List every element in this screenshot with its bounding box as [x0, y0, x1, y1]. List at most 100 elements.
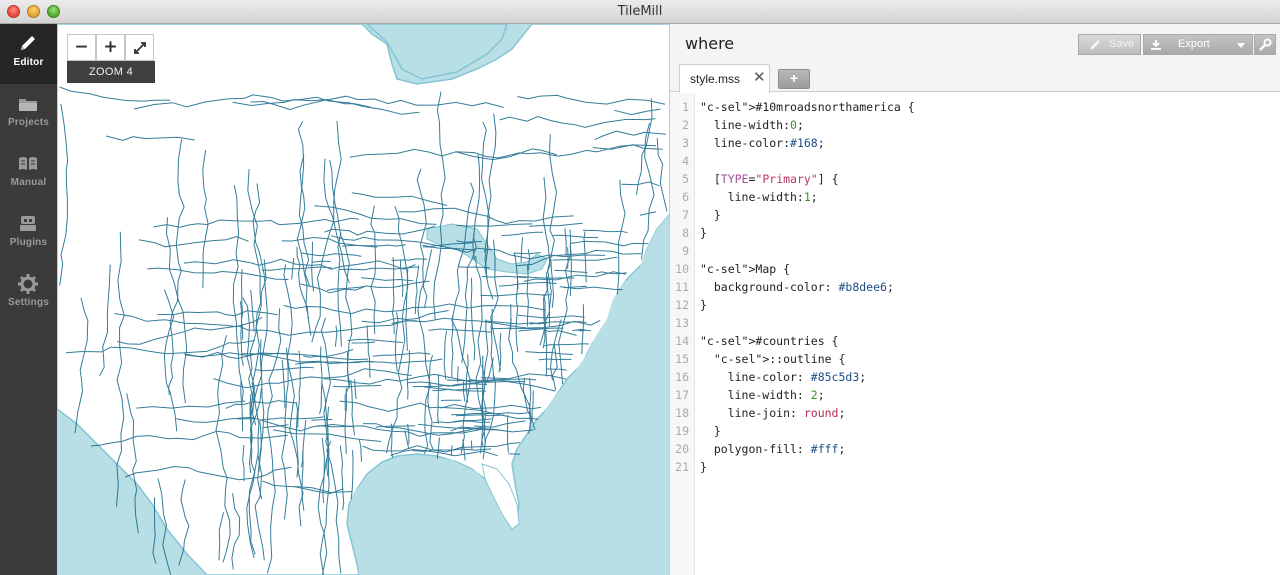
editor-panel: where Save Export style.mss ✕ + 1 "c-sel…: [670, 24, 1280, 575]
zoom-controls: − + ZOOM 4: [67, 34, 155, 84]
code-line[interactable]: 9: [670, 242, 1280, 260]
sidebar-item-manual[interactable]: Manual: [0, 144, 57, 204]
line-number: 1: [682, 100, 689, 114]
code-line[interactable]: 5 [TYPE="Primary"] {: [670, 170, 1280, 188]
tab-label: style.mss: [690, 72, 741, 86]
code-line[interactable]: 8}: [670, 224, 1280, 242]
code-line[interactable]: 13: [670, 314, 1280, 332]
chevron-down-icon[interactable]: [1236, 42, 1246, 50]
code-text: line-join: round;: [700, 406, 846, 420]
gear-icon: [18, 274, 38, 294]
code-text: "c-sel">Map {: [700, 262, 791, 276]
code-text: background-color: #b8dee6;: [700, 280, 894, 294]
map-canvas[interactable]: [57, 24, 670, 575]
sidebar-item-settings[interactable]: Settings: [0, 264, 57, 324]
line-number: 13: [675, 316, 689, 330]
zoom-level-label: ZOOM 4: [67, 61, 155, 83]
code-text: }: [700, 208, 721, 222]
download-icon: [1151, 40, 1161, 50]
code-text: line-width: 2;: [700, 388, 825, 402]
editor-header: where Save Export style.mss ✕ +: [670, 24, 1280, 93]
line-number: 20: [675, 442, 689, 456]
code-text: }: [700, 298, 707, 312]
code-text: "c-sel">::outline {: [713, 352, 846, 366]
expand-icon: [133, 42, 146, 54]
export-button[interactable]: Export: [1143, 34, 1253, 55]
code-line[interactable]: 18 line-join: round;: [670, 404, 1280, 422]
line-number: 17: [675, 388, 689, 402]
line-number: 11: [675, 280, 689, 294]
tab-style-mss[interactable]: style.mss ✕: [679, 64, 770, 93]
code-line[interactable]: 20 polygon-fill: #fff;: [670, 440, 1280, 458]
line-number: 4: [682, 154, 689, 168]
code-text: polygon-fill: #fff;: [700, 442, 846, 456]
sidebar-item-label: Manual: [10, 177, 47, 188]
line-number: 3: [682, 136, 689, 150]
line-number: 12: [675, 298, 689, 312]
fullscreen-button[interactable]: [125, 34, 154, 61]
code-text: }: [700, 424, 721, 438]
pencil-icon: [21, 36, 35, 50]
code-text: }: [700, 226, 707, 240]
code-text: "c-sel">#10mroadsnorthamerica {: [700, 100, 915, 114]
line-number: 14: [675, 334, 689, 348]
code-line[interactable]: 2 line-width:0;: [670, 116, 1280, 134]
line-number: 8: [682, 226, 689, 240]
sidebar-item-projects[interactable]: Projects: [0, 84, 57, 144]
line-number: 15: [675, 352, 689, 366]
code-editor[interactable]: 1 "c-sel">#10mroadsnorthamerica { 2 line-w…: [670, 93, 1280, 575]
wrench-icon: [1259, 38, 1272, 51]
code-line[interactable]: 15 "c-sel">::outline {: [670, 350, 1280, 368]
sidebar-item-label: Editor: [13, 57, 44, 68]
code-text: "c-sel">#countries {: [700, 334, 839, 348]
zoom-in-button[interactable]: +: [96, 34, 125, 61]
sidebar-item-editor[interactable]: Editor: [0, 24, 57, 84]
code-line[interactable]: 11 background-color: #b8dee6;: [670, 278, 1280, 296]
folder-icon: [19, 99, 37, 111]
code-line[interactable]: 1 "c-sel">#10mroadsnorthamerica {: [670, 98, 1280, 116]
code-line[interactable]: 17 line-width: 2;: [670, 386, 1280, 404]
code-line[interactable]: 14 "c-sel">#countries {: [670, 332, 1280, 350]
code-line[interactable]: 7 }: [670, 206, 1280, 224]
close-icon[interactable]: ✕: [753, 68, 766, 86]
code-line[interactable]: 4: [670, 152, 1280, 170]
settings-wrench-button[interactable]: [1254, 34, 1276, 55]
code-text: [TYPE="Primary"] {: [700, 172, 839, 186]
line-number: 21: [675, 460, 689, 474]
add-stylesheet-button[interactable]: +: [778, 69, 810, 89]
code-text: line-color:#168;: [700, 136, 825, 150]
code-text: line-width:1;: [700, 190, 818, 204]
map-view[interactable]: − + ZOOM 4: [57, 24, 670, 575]
code-line[interactable]: 16 line-color: #85c5d3;: [670, 368, 1280, 386]
code-line[interactable]: 10 "c-sel">Map {: [670, 260, 1280, 278]
code-text: }: [700, 460, 707, 474]
sidebar-item-plugins[interactable]: Plugins: [0, 204, 57, 264]
zoom-out-button[interactable]: −: [67, 34, 96, 61]
road-line: [538, 358, 572, 361]
pencil-icon: [1090, 40, 1100, 50]
code-line[interactable]: 12}: [670, 296, 1280, 314]
line-number: 7: [682, 208, 689, 222]
code-text: line-width:0;: [700, 118, 804, 132]
line-number: 10: [675, 262, 689, 276]
export-label: Export: [1178, 38, 1210, 50]
code-line[interactable]: 3 line-color:#168;: [670, 134, 1280, 152]
road-line: [470, 440, 473, 450]
road-line: [457, 366, 459, 383]
code-text: line-color: #85c5d3;: [700, 370, 867, 384]
book-icon: [19, 157, 37, 170]
line-number: 5: [682, 172, 689, 186]
window-title: TileMill: [617, 4, 663, 19]
road-line: [508, 453, 521, 455]
line-number: 19: [675, 424, 689, 438]
save-label: Save: [1109, 38, 1135, 50]
sidebar-item-label: Projects: [7, 117, 50, 128]
save-button[interactable]: Save: [1078, 34, 1141, 55]
code-line[interactable]: 21}: [670, 458, 1280, 476]
sidebar-item-label: Settings: [7, 297, 50, 308]
line-number: 18: [675, 406, 689, 420]
code-line[interactable]: 19 }: [670, 422, 1280, 440]
code-line[interactable]: 6 line-width:1;: [670, 188, 1280, 206]
line-number: 2: [682, 118, 689, 132]
line-number: 6: [682, 190, 689, 204]
